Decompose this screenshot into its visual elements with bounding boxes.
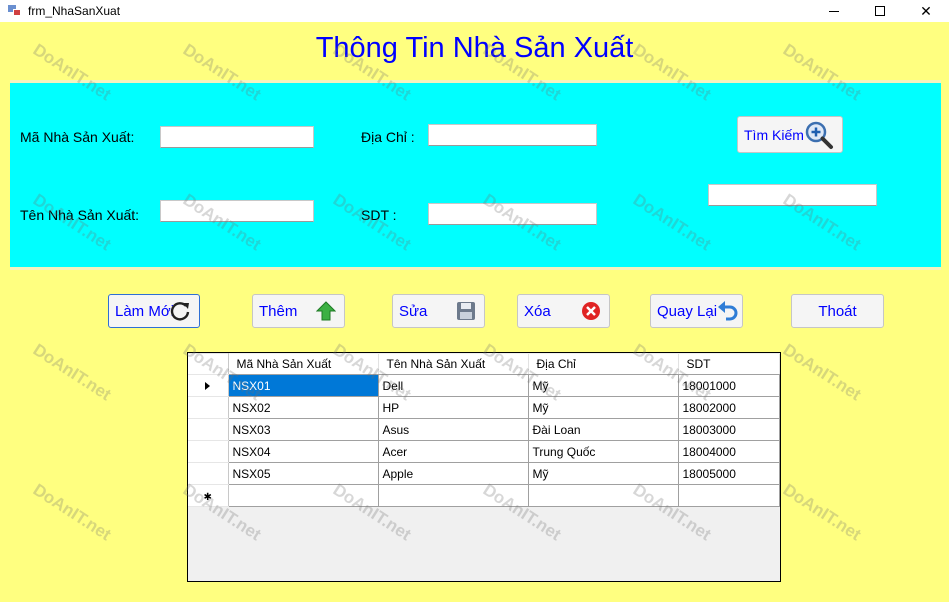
close-icon: ✕ <box>920 2 932 19</box>
maximize-button[interactable] <box>857 0 903 22</box>
add-button[interactable]: Thêm <box>252 294 345 328</box>
table-new-row[interactable]: ✱ <box>188 484 780 507</box>
row-header-new[interactable]: ✱ <box>188 484 229 507</box>
table-cell[interactable] <box>527 484 679 507</box>
watermark-text: DoAnIT.net <box>29 480 115 545</box>
table-cell[interactable]: 18001000 <box>677 374 780 397</box>
table-cell[interactable]: NSX05 <box>227 462 379 485</box>
ma-label: Mã Nhà Sản Xuất: <box>20 129 135 145</box>
watermark-text: DoAnIT.net <box>779 480 865 545</box>
ten-label: Tên Nhà Sản Xuất: <box>20 207 140 223</box>
table-cell[interactable] <box>377 484 529 507</box>
manufacturer-grid[interactable]: Mã Nhà Sản Xuất Tên Nhà Sản Xuất Địa Chỉ… <box>187 352 781 582</box>
input-panel <box>10 80 941 270</box>
table-cell[interactable]: 18003000 <box>677 418 780 441</box>
search-input[interactable] <box>708 184 877 206</box>
back-button-label: Quay Lại <box>657 302 718 320</box>
table-cell[interactable]: 18005000 <box>677 462 780 485</box>
ten-input[interactable] <box>160 200 314 222</box>
delete-button-label: Xóa <box>524 302 551 320</box>
form-title: Thông Tin Nhà Sản Xuất <box>315 32 634 64</box>
table-cell[interactable]: Mỹ <box>527 462 679 485</box>
refresh-icon <box>169 300 191 322</box>
table-cell[interactable] <box>227 484 379 507</box>
row-header-corner <box>188 353 229 375</box>
search-button[interactable]: Tìm Kiếm <box>737 116 843 153</box>
sdt-label: SDT : <box>361 207 397 223</box>
edit-button-label: Sửa <box>399 302 428 320</box>
minimize-button[interactable] <box>811 0 857 22</box>
window-controls: ✕ <box>811 0 949 22</box>
row-header[interactable] <box>188 440 229 463</box>
table-cell[interactable]: Mỹ <box>527 396 679 419</box>
undo-arrow-icon <box>717 300 739 322</box>
current-row-arrow-icon <box>205 381 211 390</box>
magnifier-plus-icon <box>804 120 834 150</box>
add-button-label: Thêm <box>259 302 298 320</box>
table-cell[interactable]: NSX04 <box>227 440 379 463</box>
search-button-label: Tìm Kiếm <box>744 126 804 143</box>
column-header-diachi[interactable]: Địa Chỉ <box>528 353 679 375</box>
manufacturer-table: Mã Nhà Sản Xuất Tên Nhà Sản Xuất Địa Chỉ… <box>188 353 780 507</box>
floppy-disk-icon <box>456 301 476 321</box>
sdt-input[interactable] <box>428 203 597 225</box>
delete-button[interactable]: Xóa <box>517 294 610 328</box>
column-header-ma[interactable]: Mã Nhà Sản Xuất <box>228 353 379 375</box>
table-cell[interactable]: HP <box>377 396 529 419</box>
column-header-ten[interactable]: Tên Nhà Sản Xuất <box>378 353 529 375</box>
maximize-icon <box>875 6 885 16</box>
table-cell[interactable]: Trung Quốc <box>527 440 679 463</box>
table-cell[interactable]: Mỹ <box>527 374 679 397</box>
refresh-button-label: Làm Mới <box>115 302 175 320</box>
exit-button-label: Thoát <box>818 302 857 320</box>
row-header[interactable] <box>188 396 229 419</box>
red-x-circle-icon <box>581 301 601 321</box>
row-header[interactable] <box>188 418 229 441</box>
column-header-sdt[interactable]: SDT <box>678 353 780 375</box>
edit-button[interactable]: Sửa <box>392 294 485 328</box>
table-row[interactable]: NSX03 Asus Đài Loan 18003000 <box>188 418 780 441</box>
diachi-input[interactable] <box>428 124 597 146</box>
refresh-button[interactable]: Làm Mới <box>108 294 200 328</box>
row-header[interactable] <box>188 462 229 485</box>
table-cell[interactable]: 18002000 <box>677 396 780 419</box>
table-cell[interactable]: Apple <box>377 462 529 485</box>
new-row-star-icon: ✱ <box>203 491 212 503</box>
table-cell[interactable]: NSX02 <box>227 396 379 419</box>
table-row[interactable]: NSX04 Acer Trung Quốc 18004000 <box>188 440 780 463</box>
exit-button[interactable]: Thoát <box>791 294 884 328</box>
ma-input[interactable] <box>160 126 314 148</box>
green-arrow-up-icon <box>316 300 336 322</box>
table-cell[interactable] <box>677 484 780 507</box>
app-icon <box>8 5 22 17</box>
table-cell[interactable]: NSX01 <box>227 374 379 397</box>
window-titlebar: frm_NhaSanXuat ✕ <box>0 0 949 22</box>
watermark-text: DoAnIT.net <box>779 340 865 405</box>
close-button[interactable]: ✕ <box>903 0 949 22</box>
window-title: frm_NhaSanXuat <box>28 4 121 18</box>
table-cell[interactable]: Acer <box>377 440 529 463</box>
diachi-label: Địa Chỉ : <box>361 129 415 145</box>
table-cell[interactable]: 18004000 <box>677 440 780 463</box>
table-cell[interactable]: NSX03 <box>227 418 379 441</box>
table-cell[interactable]: Đài Loan <box>527 418 679 441</box>
table-row[interactable]: NSX01 Dell Mỹ 18001000 <box>188 374 780 397</box>
table-row[interactable]: NSX02 HP Mỹ 18002000 <box>188 396 780 419</box>
watermark-text: DoAnIT.net <box>29 340 115 405</box>
back-button[interactable]: Quay Lại <box>650 294 743 328</box>
row-header-current[interactable] <box>188 374 229 397</box>
table-header-row: Mã Nhà Sản Xuất Tên Nhà Sản Xuất Địa Chỉ… <box>188 353 780 375</box>
table-cell[interactable]: Asus <box>377 418 529 441</box>
table-cell[interactable]: Dell <box>377 374 529 397</box>
table-row[interactable]: NSX05 Apple Mỹ 18005000 <box>188 462 780 485</box>
minimize-icon <box>829 10 839 12</box>
